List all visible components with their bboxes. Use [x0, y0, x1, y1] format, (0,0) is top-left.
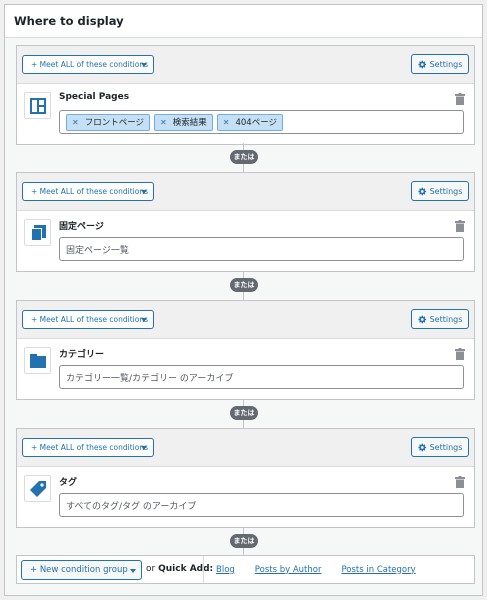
condition-value-input[interactable]: すべてのタグ/タグ のアーカイブ	[59, 493, 464, 517]
remove-tag-icon[interactable]: ✕	[72, 118, 79, 127]
condition-group: + Meet ALL of these conditions Settings …	[16, 300, 475, 400]
group-header: + Meet ALL of these conditions Settings	[17, 173, 474, 211]
or-badge: または	[230, 278, 258, 292]
settings-button[interactable]: Settings	[411, 437, 469, 457]
settings-button[interactable]: Settings	[411, 54, 469, 74]
condition-row: タグ すべてのタグ/タグ のアーカイブ	[17, 467, 474, 527]
or-divider: または	[5, 527, 484, 556]
or-text: or	[146, 564, 156, 574]
trash-icon[interactable]	[455, 220, 465, 232]
chevron-down-icon	[141, 318, 147, 322]
new-group-label: + New condition group	[30, 565, 128, 575]
condition-group: + Meet ALL of these conditions Settings …	[16, 428, 475, 528]
quick-add-posts-by-author-link[interactable]: Posts by Author	[255, 565, 322, 575]
trash-icon[interactable]	[455, 348, 465, 360]
settings-button[interactable]: Settings	[411, 181, 469, 201]
layout-grid-icon	[29, 97, 46, 114]
condition-title: カテゴリー	[59, 350, 105, 360]
settings-label: Settings	[429, 186, 463, 196]
match-type-select[interactable]: + Meet ALL of these conditions	[22, 182, 154, 201]
condition-title: Special Pages	[59, 92, 130, 102]
condition-group: + Meet ALL of these conditions Settings …	[16, 45, 475, 145]
chevron-down-icon	[141, 446, 147, 450]
condition-placeholder: カテゴリー一覧/カテゴリー のアーカイブ	[66, 373, 234, 384]
panel-title: Where to display	[5, 5, 482, 38]
match-type-label: + Meet ALL of these conditions	[31, 443, 148, 452]
settings-button[interactable]: Settings	[411, 309, 469, 329]
gear-icon	[418, 443, 426, 451]
gear-icon	[418, 315, 426, 323]
quick-add-posts-in-category-link[interactable]: Posts in Category	[341, 565, 415, 575]
or-divider: または	[5, 271, 484, 300]
tag-label: 404ページ	[235, 118, 278, 128]
or-divider: または	[5, 399, 484, 428]
condition-row: Special Pages ✕ フロントページ ✕ 検索結果 ✕ 404ページ	[17, 84, 474, 144]
match-type-select[interactable]: + Meet ALL of these conditions	[22, 55, 154, 74]
pages-icon	[30, 224, 46, 241]
match-type-select[interactable]: + Meet ALL of these conditions	[22, 438, 154, 457]
or-badge: または	[230, 150, 258, 164]
condition-icon-box	[24, 219, 51, 246]
tag-label: フロントページ	[84, 118, 145, 128]
new-condition-group-select[interactable]: + New condition group	[21, 560, 142, 580]
where-to-display-panel: Where to display + Meet ALL of these con…	[4, 4, 483, 596]
condition-value-input[interactable]: ✕ フロントページ ✕ 検索結果 ✕ 404ページ	[59, 110, 464, 134]
trash-icon[interactable]	[455, 93, 465, 105]
condition-title: タグ	[59, 478, 78, 488]
trash-icon[interactable]	[455, 476, 465, 488]
chevron-down-icon	[141, 63, 147, 67]
folder-icon	[29, 353, 46, 368]
match-type-select[interactable]: + Meet ALL of these conditions	[22, 310, 154, 329]
condition-icon-box	[24, 475, 51, 502]
condition-row: 固定ページ 固定ページ一覧	[17, 211, 474, 271]
selected-tag[interactable]: ✕ 検索結果	[154, 113, 213, 131]
group-header: + Meet ALL of these conditions Settings	[17, 429, 474, 467]
quick-add-blog-link[interactable]: Blog	[216, 565, 235, 575]
group-header: + Meet ALL of these conditions Settings	[17, 46, 474, 84]
condition-value-input[interactable]: カテゴリー一覧/カテゴリー のアーカイブ	[59, 365, 464, 389]
selected-tag[interactable]: ✕ フロントページ	[66, 113, 151, 131]
match-type-label: + Meet ALL of these conditions	[31, 315, 148, 324]
tag-label: 検索結果	[172, 118, 207, 128]
remove-tag-icon[interactable]: ✕	[160, 118, 167, 127]
settings-label: Settings	[429, 59, 463, 69]
settings-label: Settings	[429, 442, 463, 452]
condition-placeholder: すべてのタグ/タグ のアーカイブ	[66, 501, 197, 512]
or-badge: または	[230, 406, 258, 420]
condition-icon-box	[24, 347, 51, 374]
condition-title: 固定ページ	[59, 222, 104, 232]
chevron-down-icon	[141, 190, 147, 194]
gear-icon	[418, 187, 426, 195]
add-group-footer: + New condition group or Quick Add: Blog…	[16, 555, 475, 584]
condition-row: カテゴリー カテゴリー一覧/カテゴリー のアーカイブ	[17, 339, 474, 399]
condition-placeholder: 固定ページ一覧	[66, 245, 129, 256]
condition-icon-box	[24, 92, 51, 119]
quick-add-links: Blog Posts by Author Posts in Category	[203, 556, 416, 583]
gear-icon	[418, 60, 426, 68]
condition-value-input[interactable]: 固定ページ一覧	[59, 237, 464, 261]
match-type-label: + Meet ALL of these conditions	[31, 187, 148, 196]
group-header: + Meet ALL of these conditions Settings	[17, 301, 474, 339]
match-type-label: + Meet ALL of these conditions	[31, 60, 148, 69]
or-divider: または	[5, 143, 484, 172]
condition-group: + Meet ALL of these conditions Settings …	[16, 172, 475, 272]
settings-label: Settings	[429, 314, 463, 324]
selected-tag[interactable]: ✕ 404ページ	[216, 113, 284, 131]
tag-icon	[29, 480, 46, 497]
remove-tag-icon[interactable]: ✕	[223, 118, 230, 127]
or-badge: または	[230, 534, 258, 548]
chevron-down-icon	[130, 569, 136, 573]
